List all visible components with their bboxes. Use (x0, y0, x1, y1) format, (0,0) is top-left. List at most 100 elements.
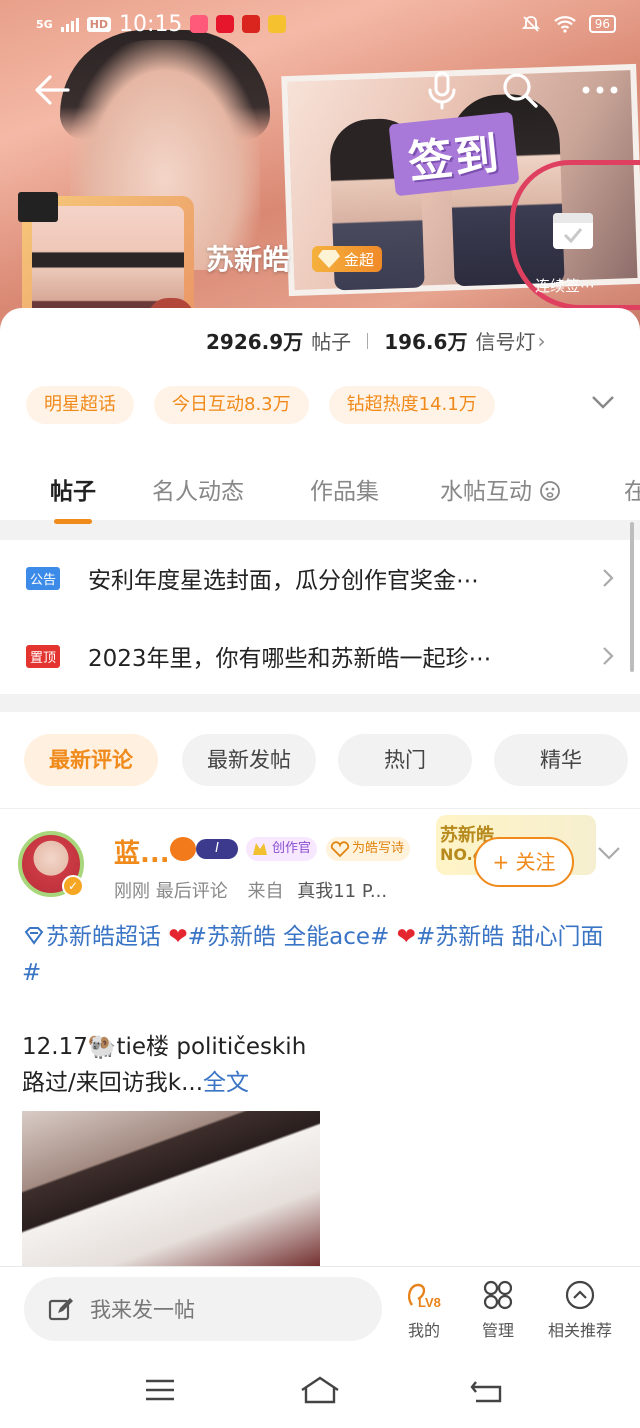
post-image[interactable] (22, 1111, 320, 1269)
user-avatar[interactable]: ✓ (18, 831, 84, 897)
notification-icons (190, 15, 287, 33)
clapperboard-icon (18, 192, 58, 222)
chip-heat[interactable]: 钻超热度14.1万 (328, 386, 495, 424)
gold-badge-label: 金超 (344, 250, 375, 269)
chevron-down-icon[interactable] (596, 843, 622, 863)
nav-related-label: 相关推荐 (547, 1321, 612, 1340)
back-arrow-icon[interactable] (30, 70, 74, 110)
creator-badge-label: 创作官 (272, 841, 312, 856)
back-icon[interactable] (468, 1374, 508, 1406)
notice-text: 安利年度星选封面，瓜分创作官奖金⋯ (88, 568, 479, 594)
notice-item[interactable]: 置顶 2023年里，你有哪些和苏新皓一起珍⋯ (0, 618, 640, 694)
tab-water-posts[interactable]: 水帖互动 (440, 466, 561, 512)
nav-related[interactable]: 相关推荐 (540, 1277, 620, 1341)
post-meta: 刚刚 最后评论 来自 真我11 P... (114, 877, 387, 903)
emoji-icon (540, 481, 561, 501)
status-bar: 5G HD 10:15 96 (0, 0, 640, 48)
heart-badge-icon (330, 841, 350, 858)
super-topic-icon (24, 927, 44, 945)
chevron-right-icon (603, 569, 614, 587)
topic-chips: 明星超话 今日互动8.3万 钻超热度14.1万 (26, 386, 495, 424)
tab-works[interactable]: 作品集 (310, 466, 379, 512)
username[interactable]: 蓝... (114, 833, 170, 870)
post-card[interactable]: ✓ 蓝... I 创作官 为皓写诗 苏新皓 NO.4 + 关注 刚刚 最后评论 … (0, 808, 640, 1269)
microphone-icon[interactable] (420, 68, 464, 112)
signal-icon (60, 16, 79, 32)
filter-latest-comment[interactable]: 最新评论 (24, 734, 158, 786)
nav-manage[interactable]: 管理 (458, 1277, 538, 1341)
tag-ace[interactable]: #苏新皓 全能ace# (188, 924, 390, 950)
battery-icon: 96 (588, 15, 616, 33)
tag-super-topic[interactable]: 苏新皓超话 (46, 924, 161, 950)
scrollbar[interactable] (630, 522, 634, 672)
edit-icon (48, 1298, 73, 1321)
pumpkin-icon (170, 837, 196, 861)
compose-placeholder: 我来发一帖 (90, 1298, 195, 1322)
chip-star-topic[interactable]: 明星超话 (26, 386, 134, 424)
stats-divider (367, 332, 369, 349)
menu-icon[interactable] (140, 1374, 180, 1406)
tab-water-posts-label: 水帖互动 (440, 479, 532, 505)
filter-hot[interactable]: 热门 (338, 734, 472, 786)
chevron-down-icon[interactable] (590, 392, 616, 412)
more-icon[interactable] (578, 74, 622, 106)
sign-in-sticker: 签到 (388, 111, 520, 197)
notice-item[interactable]: 公告 安利年度星选封面，瓜分创作官奖金⋯ (0, 540, 640, 616)
home-icon[interactable] (300, 1374, 340, 1406)
notice-text: 2023年里，你有哪些和苏新皓一起珍⋯ (88, 646, 492, 672)
topic-tabs: 帖子 名人动态 作品集 水帖互动 在 (0, 462, 640, 524)
gold-super-badge[interactable]: 金超 (312, 246, 383, 272)
tab-more[interactable]: 在 (624, 466, 640, 512)
compose-post-input[interactable]: 我来发一帖 (24, 1277, 382, 1341)
heart-icon: ❤ (168, 924, 188, 950)
post-body: 12.17🐏tie楼 političeskih 路过/来回访我k...全文 (22, 1029, 622, 1101)
tab-celebrity-updates[interactable]: 名人动态 (152, 466, 244, 512)
diamond-icon (318, 250, 340, 268)
notice-list: 公告 安利年度星选封面，瓜分创作官奖金⋯ 置顶 2023年里，你有哪些和苏新皓一… (0, 540, 640, 694)
post-tags: 苏新皓超话 ❤#苏新皓 全能ace# ❤#苏新皓 甜心门面# (22, 919, 622, 991)
grid-icon (458, 1277, 538, 1313)
app-notification-icon (190, 15, 209, 33)
search-icon[interactable] (498, 68, 542, 112)
read-more-link[interactable]: 全文 (203, 1070, 249, 1096)
calendar-check-icon (553, 213, 593, 249)
chevron-up-circle-icon (540, 1277, 620, 1313)
sort-filters: 最新评论 最新发帖 热门 精华 (0, 712, 640, 808)
app-notification-icon (268, 15, 287, 33)
level-badge: I (196, 839, 238, 859)
checkin-button[interactable]: 连续签⋯ (510, 160, 640, 310)
svg-text:LV8: LV8 (418, 1295, 441, 1310)
nav-mine-label: 我的 (407, 1321, 440, 1340)
posts-label: 帖子 (311, 330, 352, 354)
follow-button[interactable]: + 关注 (474, 837, 574, 887)
post-body-line2: 路过/来回访我k... (22, 1070, 204, 1096)
hd-badge: HD (86, 16, 112, 32)
signal-stat[interactable]: 196.6万 信号灯 › (384, 326, 545, 355)
profile-level-icon: LV8 (384, 1277, 464, 1313)
nav-manage-label: 管理 (481, 1321, 514, 1340)
mute-icon (521, 16, 540, 32)
topic-stats: 2926.9万 帖子 196.6万 信号灯 › (206, 326, 545, 355)
nav-mine[interactable]: LV8 我的 (384, 1277, 464, 1341)
filter-latest-post[interactable]: 最新发帖 (182, 734, 316, 786)
post-time: 刚刚 最后评论 (114, 881, 228, 902)
heart-icon: ❤ (396, 924, 416, 950)
top-action-bar (0, 62, 640, 118)
chevron-right-icon (603, 647, 614, 665)
app-notification-icon (242, 15, 261, 33)
chip-today-interaction[interactable]: 今日互动8.3万 (154, 386, 309, 424)
creator-badge: 创作官 (246, 837, 318, 861)
notice-tag: 公告 (26, 566, 61, 590)
poem-badge-label: 为皓写诗 (352, 841, 405, 856)
filter-featured[interactable]: 精华 (494, 734, 628, 786)
weibo-icon (216, 15, 235, 33)
topic-name: 苏新皓 (206, 243, 291, 276)
verified-icon: ✓ (62, 875, 84, 897)
signal-label: 信号灯 (475, 330, 536, 354)
tab-posts[interactable]: 帖子 (50, 466, 96, 524)
post-body-line1: 12.17🐏tie楼 političeskih (22, 1034, 307, 1060)
bottom-bar: 我来发一帖 LV8 我的 管理 相关推荐 (0, 1266, 640, 1352)
creator-icon (253, 843, 267, 855)
pinned-tag: 置顶 (26, 644, 61, 668)
checkin-label: 连续签⋯ (535, 277, 596, 295)
